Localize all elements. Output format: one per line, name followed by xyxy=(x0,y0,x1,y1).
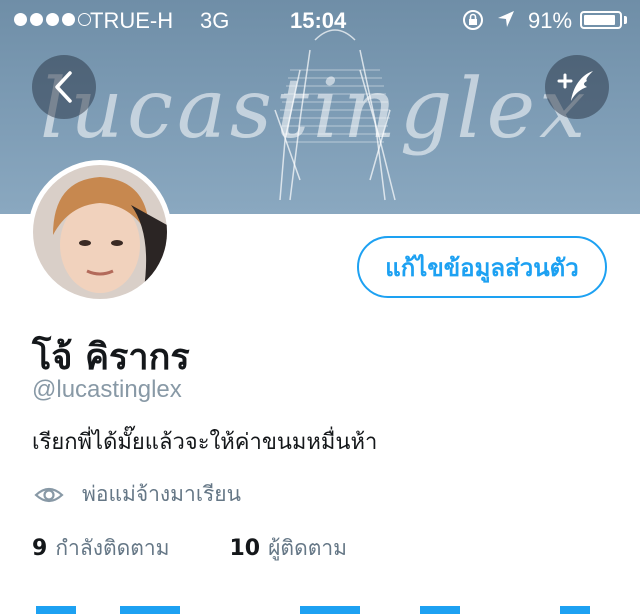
avatar-photo xyxy=(33,165,167,299)
followers-stat[interactable]: 10 ผู้ติดตาม xyxy=(230,532,347,565)
location-arrow-icon xyxy=(498,11,514,27)
rotation-lock-icon xyxy=(463,10,483,30)
profile-location: พ่อแม่จ้างมาเรียน xyxy=(34,478,241,511)
status-bar: TRUE-H 3G 15:04 91% xyxy=(0,0,640,40)
carrier-name: TRUE-H xyxy=(90,8,174,33)
banner-title: lucastinglex xyxy=(40,62,590,157)
signal-strength-icon xyxy=(14,13,91,26)
battery-tip xyxy=(624,16,627,24)
battery-level xyxy=(584,15,615,25)
avatar[interactable] xyxy=(28,160,172,304)
profile-tabs-peek xyxy=(36,606,590,614)
battery-percentage: 91% xyxy=(528,8,573,33)
following-label: กำลังติดตาม xyxy=(55,536,170,560)
compose-tweet-button[interactable] xyxy=(545,55,609,119)
chevron-left-icon xyxy=(55,71,72,103)
followers-label: ผู้ติดตาม xyxy=(268,536,347,560)
follow-stats: 9 กำลังติดตาม 10 ผู้ติดตาม xyxy=(32,532,407,565)
battery-icon xyxy=(580,11,622,29)
compose-tweet-icon xyxy=(557,71,593,101)
followers-count: 10 xyxy=(229,536,261,561)
following-count: 9 xyxy=(32,536,48,561)
edit-profile-button[interactable]: แก้ไขข้อมูลส่วนตัว xyxy=(357,236,607,298)
eye-icon xyxy=(34,487,64,502)
location-text: พ่อแม่จ้างมาเรียน xyxy=(82,482,241,506)
profile-handle: @lucastinglex xyxy=(32,376,182,403)
clock: 15:04 xyxy=(290,8,347,33)
network-type: 3G xyxy=(200,8,230,33)
profile-bio: เรียกพี่ได้มั๊ยแล้วจะให้ค่าขนมหมื่นห้า xyxy=(32,430,378,455)
back-button[interactable] xyxy=(32,55,96,119)
following-stat[interactable]: 9 กำลังติดตาม xyxy=(32,532,170,565)
